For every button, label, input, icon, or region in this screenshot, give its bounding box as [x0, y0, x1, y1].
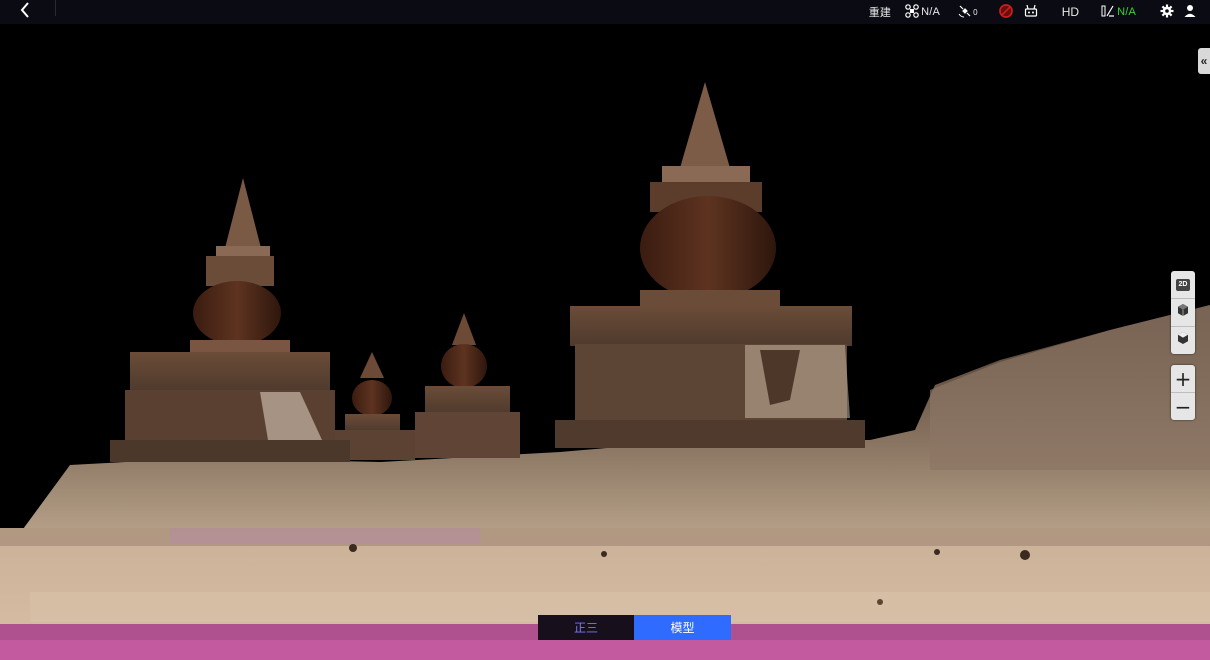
view-3d-alt-button[interactable]	[1171, 327, 1195, 354]
user-icon	[1184, 4, 1196, 21]
mode-label: 重建	[868, 7, 892, 19]
reconstruction-model-render	[0, 82, 1210, 660]
gps-value: 0	[973, 7, 978, 17]
zoom-in-button[interactable]: +	[1171, 365, 1195, 393]
gear-icon	[1160, 4, 1174, 21]
aircraft-value: N/A	[921, 6, 941, 18]
gps-status: 0	[958, 0, 978, 24]
signal-icon	[1101, 4, 1115, 21]
video-quality: HD	[1062, 0, 1079, 24]
status-indicators: 重建 N/A 0 HD N/A	[869, 0, 1196, 24]
video-quality-label: HD	[1061, 5, 1080, 19]
signal-status: N/A	[1101, 0, 1136, 24]
signal-value: N/A	[1117, 6, 1136, 18]
chevron-left-icon	[19, 1, 31, 23]
view-2d-button[interactable]: 2D	[1171, 271, 1195, 299]
tab-model[interactable]: 模型	[634, 615, 731, 640]
plus-icon: +	[1174, 366, 1192, 391]
view-mode-toolbar: 2D	[1171, 271, 1195, 354]
back-button[interactable]	[14, 1, 36, 23]
satellite-icon	[958, 4, 972, 21]
user-button[interactable]	[1184, 0, 1196, 24]
2d-view-icon: 2D	[1176, 278, 1190, 291]
panel-toggle-button[interactable]: «	[1198, 48, 1210, 74]
double-chevron-left-icon: «	[1200, 54, 1208, 68]
tab-model-label: 模型	[670, 621, 695, 635]
zoom-out-button[interactable]: −	[1171, 393, 1195, 420]
drone-icon	[905, 3, 919, 21]
cube-outline-icon	[1177, 331, 1189, 350]
tab-orthophoto[interactable]: 正三	[538, 615, 634, 640]
remote-controller-icon	[1024, 4, 1038, 21]
zoom-toolbar: + −	[1171, 365, 1195, 420]
view-3d-button[interactable]	[1171, 299, 1195, 327]
rc-disconnected-status	[998, 0, 1014, 24]
tab-orthophoto-label: 正三	[573, 621, 598, 635]
topbar-divider	[55, 0, 56, 16]
aircraft-status: N/A	[905, 0, 940, 24]
no-remote-icon	[998, 3, 1014, 22]
minus-icon: −	[1174, 394, 1192, 419]
view-mode-switch: 正三 模型	[538, 615, 731, 640]
top-status-bar: 重建 N/A 0 HD N/A	[0, 0, 1210, 24]
rc-status	[1024, 0, 1038, 24]
settings-button[interactable]	[1160, 0, 1174, 24]
cube-icon	[1177, 303, 1189, 322]
model-viewport[interactable]	[0, 0, 1210, 660]
mode-indicator: 重建	[869, 0, 891, 24]
